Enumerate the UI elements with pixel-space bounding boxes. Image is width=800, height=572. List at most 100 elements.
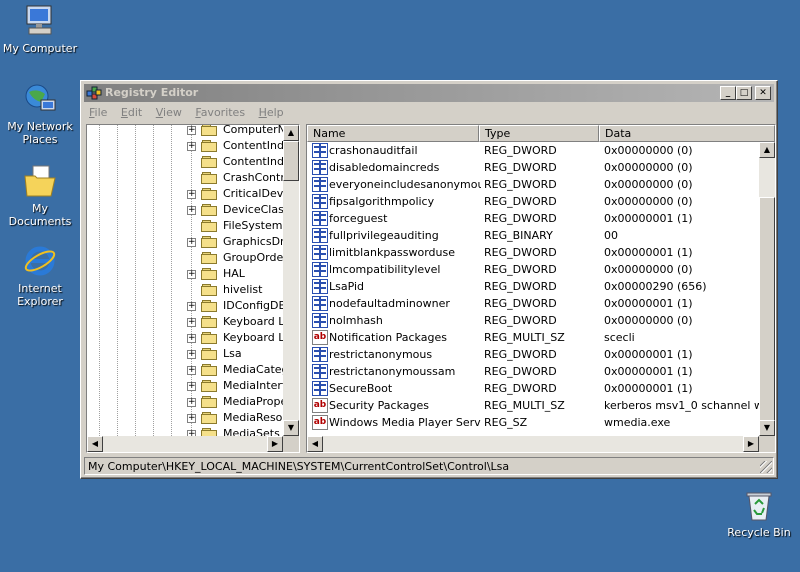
close-button[interactable]: ✕ [755,86,771,100]
value-type: REG_MULTI_SZ [484,331,565,344]
value-row[interactable]: ab Notification Packages REG_MULTI_SZ scecl… [307,329,759,346]
string-value-icon: ab [312,398,328,413]
binary-value-icon [312,143,328,158]
folder-icon [201,172,219,185]
registry-editor-window[interactable]: Registry Editor _ □ ✕ File Edit View Fav… [80,80,778,479]
scroll-up-button[interactable]: ▲ [759,142,775,158]
scroll-up-button[interactable]: ▲ [283,125,299,141]
menu-help[interactable]: Help [254,103,289,120]
expand-icon[interactable]: + [187,382,196,391]
registry-tree-pane[interactable]: + ComputerNa + ContentInde ContentInde CrashC… [86,124,300,453]
expand-icon[interactable]: + [187,238,196,247]
value-data: wmedia.exe [604,416,671,429]
maximize-button[interactable]: □ [736,86,752,100]
binary-value-icon [312,177,328,192]
value-row[interactable]: restrictanonymoussam REG_DWORD 0x00000001 … [307,363,759,380]
close-icon: ✕ [759,88,767,98]
expand-icon[interactable]: + [187,302,196,311]
column-header-name[interactable]: Name [307,125,479,142]
value-row[interactable]: disabledomaincreds REG_DWORD 0x00000000 (0… [307,159,759,176]
binary-value-icon [312,347,328,362]
expand-icon[interactable]: + [187,190,196,199]
value-row[interactable]: crashonauditfail REG_DWORD 0x00000000 (0) [307,142,759,159]
value-name: everyoneincludesanonymous [329,178,481,191]
value-row[interactable]: lmcompatibilitylevel REG_DWORD 0x00000000 … [307,261,759,278]
expand-icon[interactable]: + [187,206,196,215]
desktop-icon-label: My Documents [8,202,72,228]
folder-icon [201,220,219,233]
expand-icon[interactable]: + [187,334,196,343]
folder-icon [201,428,219,436]
expand-icon[interactable]: + [187,366,196,375]
value-row[interactable]: LsaPid REG_DWORD 0x00000290 (656) [307,278,759,295]
scroll-left-button[interactable]: ◀ [307,436,323,452]
menu-view[interactable]: View [151,103,187,120]
value-row[interactable]: fullprivilegeauditing REG_BINARY 00 [307,227,759,244]
desktop-icon-my-computer[interactable]: My Computer [0,4,80,55]
value-row[interactable]: ab Windows Media Player Service REG_SZ wmed… [307,414,759,431]
desktop-icon-label: My Network Places [7,120,73,146]
value-name: lmcompatibilitylevel [329,263,441,276]
value-row[interactable]: ab Security Packages REG_MULTI_SZ kerberos … [307,397,759,414]
value-row[interactable]: SecureBoot REG_DWORD 0x00000001 (1) [307,380,759,397]
tree-horizontal-scrollbar[interactable]: ◀ ▶ [87,436,283,452]
list-horizontal-scrollbar[interactable]: ◀ ▶ [307,436,759,452]
scroll-down-button[interactable]: ▼ [283,420,299,436]
desktop-icon-internet-explorer[interactable]: Internet Explorer [0,244,80,308]
tree-view[interactable]: + ComputerNa + ContentInde ContentInde CrashC… [87,125,283,436]
folder-icon [201,380,219,393]
tree-node-label: Keyboard La [223,315,283,328]
scroll-right-button[interactable]: ▶ [267,436,283,452]
scroll-left-button[interactable]: ◀ [87,436,103,452]
expand-icon[interactable]: + [187,270,196,279]
menu-edit[interactable]: Edit [116,103,147,120]
expand-icon[interactable]: + [187,414,196,423]
desktop-icon-my-documents[interactable]: My Documents [0,164,80,228]
menu-favorites[interactable]: Favorites [190,103,250,120]
value-row[interactable]: fipsalgorithmpolicy REG_DWORD 0x00000000 (… [307,193,759,210]
value-name: SecureBoot [329,382,393,395]
column-header-data[interactable]: Data [599,125,775,142]
value-data: 0x00000000 (0) [604,144,693,157]
values-list[interactable]: crashonauditfail REG_DWORD 0x00000000 (0) d… [307,142,759,436]
scroll-down-button[interactable]: ▼ [759,420,775,436]
value-row[interactable]: forceguest REG_DWORD 0x00000001 (1) [307,210,759,227]
value-row[interactable]: nodefaultadminowner REG_DWORD 0x00000001 (… [307,295,759,312]
value-row[interactable]: everyoneincludesanonymous REG_DWORD 0x0000… [307,176,759,193]
value-name: nodefaultadminowner [329,297,450,310]
expand-icon[interactable]: + [187,126,196,135]
expand-icon[interactable]: + [187,142,196,151]
value-row[interactable]: nolmhash REG_DWORD 0x00000000 (0) [307,312,759,329]
network-icon [23,82,57,116]
value-data: 0x00000000 (0) [604,161,693,174]
column-header-type[interactable]: Type [479,125,599,142]
minimize-button[interactable]: _ [720,86,736,100]
menu-file[interactable]: File [84,103,112,120]
desktop-icon-recycle-bin[interactable]: Recycle Bin [719,488,799,539]
title-bar[interactable]: Registry Editor _ □ ✕ [84,84,774,102]
value-type: REG_DWORD [484,212,557,225]
value-row[interactable]: restrictanonymous REG_DWORD 0x00000001 (1) [307,346,759,363]
folder-icon [201,236,219,249]
scroll-right-button[interactable]: ▶ [743,436,759,452]
value-name: nolmhash [329,314,383,327]
value-type: REG_DWORD [484,365,557,378]
expand-icon[interactable]: + [187,350,196,359]
window-title: Registry Editor [105,86,199,99]
scroll-thumb[interactable] [283,141,299,181]
value-data: 0x00000000 (0) [604,314,693,327]
desktop-icon-my-network-places[interactable]: My Network Places [0,82,80,146]
value-type: REG_DWORD [484,314,557,327]
value-row[interactable]: limitblankpassworduse REG_DWORD 0x00000001… [307,244,759,261]
resize-grip-icon[interactable] [760,461,772,473]
expand-icon[interactable]: + [187,318,196,327]
value-name: Notification Packages [329,331,447,344]
tree-vertical-scrollbar[interactable]: ▲ ▼ [283,125,299,436]
folder-icon [201,396,219,409]
tree-node-label: DeviceClasse [223,203,283,216]
scroll-thumb[interactable] [759,197,775,437]
registry-values-pane[interactable]: Name Type Data crashonauditfail REG_DWORD… [306,124,776,453]
list-vertical-scrollbar[interactable]: ▲ ▼ [759,142,775,437]
value-data: kerberos msv1_0 schannel wdige [604,399,759,412]
expand-icon[interactable]: + [187,398,196,407]
